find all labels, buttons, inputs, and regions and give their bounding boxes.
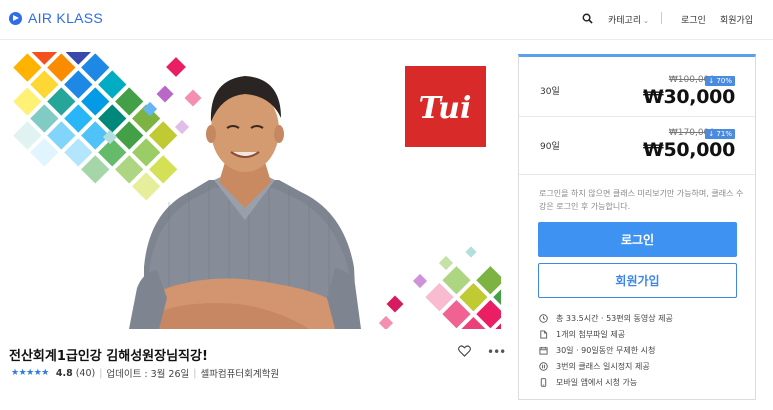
category-menu-label: 카테고리 bbox=[608, 16, 642, 26]
feature-text: 모바일 앱에서 시청 가능 bbox=[556, 377, 638, 387]
play-logo-icon bbox=[9, 11, 22, 25]
more-options-icon[interactable]: ••• bbox=[487, 345, 506, 359]
brand-mark-text: Tui bbox=[419, 91, 472, 126]
discount-badge: ↓ 70% bbox=[705, 76, 735, 86]
search-icon[interactable] bbox=[582, 13, 593, 24]
sale-price: ₩50,000 bbox=[642, 139, 735, 161]
sale-price: ₩30,000 bbox=[642, 86, 735, 108]
pause-icon bbox=[539, 361, 548, 371]
clock-icon bbox=[539, 313, 548, 323]
feature-text: 30일 · 90일동안 무제한 시청 bbox=[556, 345, 656, 355]
feature-text: 3번의 클래스 일시정지 제공 bbox=[556, 361, 650, 371]
course-meta: ★★★★★ 4.8 (40) | 업데이트 : 3월 26일 | 셀파컴퓨터회계… bbox=[11, 366, 279, 381]
logo-text: AIR KLASS bbox=[28, 10, 104, 26]
hero-illustration: Tui bbox=[13, 52, 501, 329]
mobile-icon bbox=[540, 377, 547, 387]
meta-separator: | bbox=[99, 367, 103, 379]
course-features-list: 총 33.5시간 · 53편의 동영상 제공 1개의 첨부파일 제공 30일 ·… bbox=[539, 310, 673, 390]
rating-value: 4.8 bbox=[55, 367, 73, 379]
feature-item: 3번의 클래스 일시정지 제공 bbox=[539, 358, 673, 374]
institute-name[interactable]: 셀파컴퓨터회계학원 bbox=[200, 366, 279, 380]
nav-signup-link[interactable]: 회원가입 bbox=[720, 13, 753, 26]
feature-text: 총 33.5시간 · 53편의 동영상 제공 bbox=[556, 313, 673, 323]
plan-label: 90일 bbox=[540, 142, 560, 152]
heart-icon[interactable] bbox=[458, 345, 471, 357]
feature-text: 1개의 첨부파일 제공 bbox=[556, 329, 626, 339]
discount-badge: ↓ 71% bbox=[705, 129, 735, 139]
plan-30-days[interactable]: 30일 ₩100,000 ↓ 70% ₩30,000 bbox=[519, 57, 755, 117]
nav-login-link[interactable]: 로그인 bbox=[681, 13, 706, 26]
plan-90-days[interactable]: 90일 ₩170,000 ↓ 71% ₩50,000 bbox=[519, 117, 755, 175]
nav-divider bbox=[661, 12, 662, 24]
category-menu[interactable]: 카테고리 ⌄ bbox=[608, 13, 649, 26]
feature-item: 30일 · 90일동안 무제한 시청 bbox=[539, 342, 673, 358]
calendar-icon bbox=[539, 346, 548, 355]
top-navigation-bar: AIR KLASS 카테고리 ⌄ 로그인 회원가입 bbox=[0, 0, 773, 40]
feature-item: 총 33.5시간 · 53편의 동영상 제공 bbox=[539, 310, 673, 326]
attachment-icon bbox=[540, 329, 548, 339]
login-button[interactable]: 로그인 bbox=[538, 222, 737, 257]
meta-separator: | bbox=[193, 367, 197, 379]
login-notice: 로그인을 하지 않으면 클래스 미리보기만 가능하며, 클래스 수강은 로그인 … bbox=[539, 189, 744, 211]
rating-stars-icon: ★★★★★ bbox=[11, 368, 49, 378]
update-date: 업데이트 : 3월 26일 bbox=[106, 369, 190, 380]
signup-button[interactable]: 회원가입 bbox=[538, 263, 737, 298]
plan-label: 30일 bbox=[540, 87, 560, 97]
course-hero-image: Tui bbox=[9, 52, 501, 329]
pricing-card: 30일 ₩100,000 ↓ 70% ₩30,000 90일 ₩170,000 … bbox=[518, 54, 756, 400]
review-count[interactable]: (40) bbox=[76, 368, 96, 379]
course-title: 전산회계1급인강 김해성원장님직강! bbox=[9, 349, 208, 364]
chevron-down-icon: ⌄ bbox=[643, 17, 649, 25]
feature-item: 1개의 첨부파일 제공 bbox=[539, 326, 673, 342]
site-logo[interactable]: AIR KLASS bbox=[9, 10, 103, 26]
feature-item: 모바일 앱에서 시청 가능 bbox=[539, 374, 673, 390]
instructor-figure bbox=[129, 76, 361, 329]
